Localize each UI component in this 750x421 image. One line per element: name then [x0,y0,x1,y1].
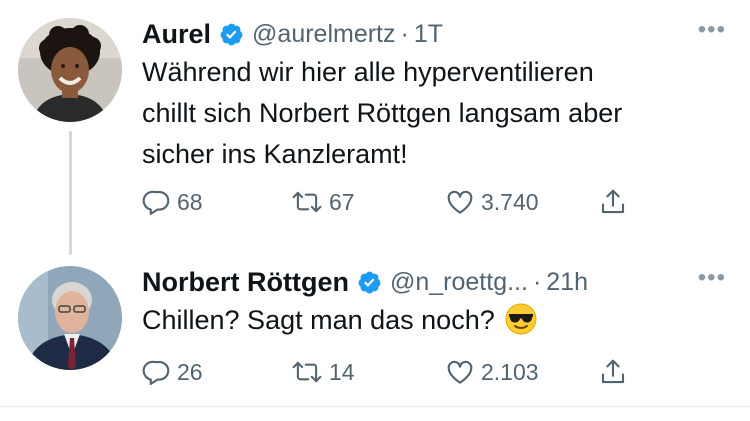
like-icon [444,357,476,387]
reply-icon [142,187,172,217]
timestamp[interactable]: 1T [414,20,443,49]
like-button[interactable]: 3.740 [444,186,539,218]
tweet-aurel[interactable]: Aurel @aurelmertz · 1T ••• Während wir h… [142,16,750,215]
reply-count: 68 [177,188,203,215]
reply-button[interactable]: 26 [142,356,203,388]
like-button[interactable]: 2.103 [444,356,539,388]
display-name[interactable]: Norbert Röttgen [142,267,349,298]
avatar-aurel[interactable] [18,18,122,122]
tweet-actions: 68 67 3.740 [142,186,642,218]
reply-count: 26 [177,358,203,385]
like-count: 3.740 [481,188,539,215]
verified-badge-icon [219,22,244,47]
avatar-norbert-roettgen[interactable] [18,266,122,370]
share-button[interactable] [598,356,628,388]
retweet-count: 67 [329,188,355,215]
share-icon [598,187,628,217]
handle[interactable]: @n_roettg... [390,268,528,297]
sunglasses-emoji-icon [505,303,537,347]
tweet-actions: 26 14 2.103 [142,356,642,388]
like-icon [444,187,476,217]
retweet-count: 14 [329,358,355,385]
tweet-text-row: Chillen? Sagt man das noch? [142,300,750,347]
tweet-norbert-roettgen[interactable]: Norbert Röttgen @n_roettg... · 21h ••• C… [142,264,750,385]
like-count: 2.103 [481,358,539,385]
more-options-icon[interactable]: ••• [698,18,726,42]
tweet-header: Aurel @aurelmertz · 1T [142,16,750,52]
retweet-button[interactable]: 14 [290,356,355,388]
retweet-icon [290,357,324,387]
separator-dot: · [400,19,409,48]
share-button[interactable] [598,186,628,218]
handle[interactable]: @aurelmertz [252,20,395,49]
retweet-button[interactable]: 67 [290,186,355,218]
divider [0,406,750,407]
separator-dot: · [532,267,542,296]
timestamp[interactable]: 21h [546,268,588,297]
verified-badge-icon [357,270,382,295]
retweet-icon [290,187,324,217]
tweet-header: Norbert Röttgen @n_roettg... · 21h [142,264,750,300]
tweet-text: Während wir hier alle hyperventilieren c… [142,57,623,169]
thread-connector-line [69,131,72,255]
display-name[interactable]: Aurel [142,19,211,50]
share-icon [598,357,628,387]
reply-icon [142,357,172,387]
reply-button[interactable]: 68 [142,186,203,218]
tweet-text: Chillen? Sagt man das noch? [142,305,495,335]
more-options-icon[interactable]: ••• [698,266,726,290]
